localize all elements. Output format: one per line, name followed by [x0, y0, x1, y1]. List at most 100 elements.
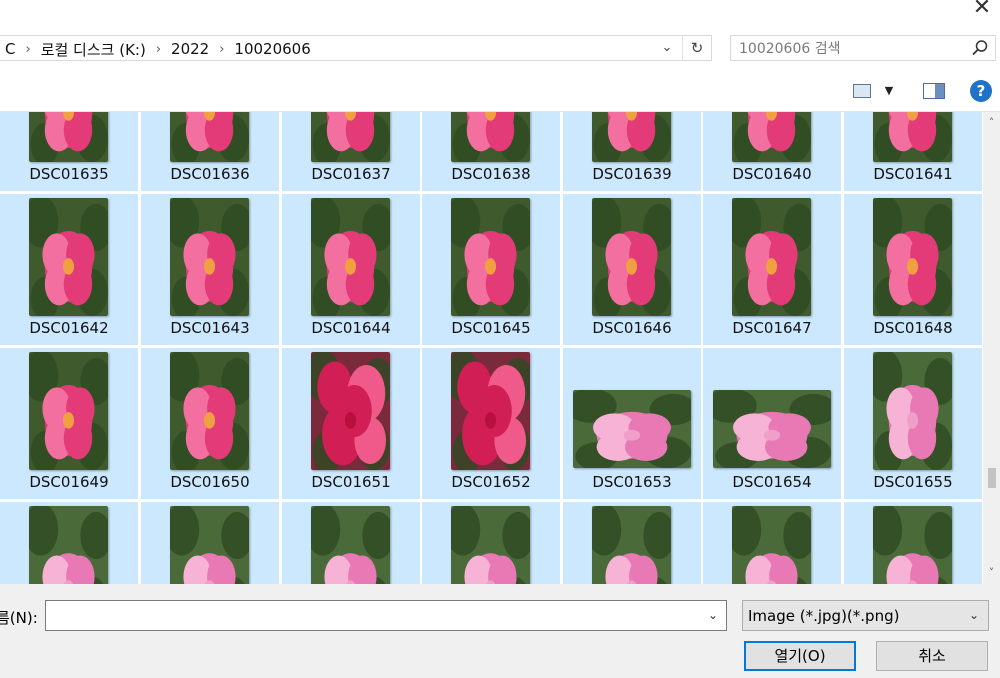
file-name: DSC01638: [451, 165, 531, 183]
file-name: DSC01648: [873, 319, 953, 337]
file-thumbnail: [873, 506, 952, 584]
file-item[interactable]: DSC01635: [0, 112, 138, 191]
file-item[interactable]: DSC01640: [703, 112, 841, 191]
vertical-scrollbar[interactable]: ˄ ˅: [983, 112, 1000, 584]
file-thumbnail: [573, 390, 691, 468]
file-item[interactable]: DSC01648: [844, 194, 982, 345]
filename-dropdown-icon[interactable]: ⌄: [704, 606, 722, 624]
file-thumbnail: [732, 506, 811, 584]
file-item[interactable]: DSC01641: [844, 112, 982, 191]
file-thumbnail: [873, 352, 952, 470]
filetype-value: Image (*.jpg)(*.png): [748, 607, 900, 625]
file-thumbnail: [29, 506, 108, 584]
file-name: DSC01653: [592, 473, 672, 491]
help-icon[interactable]: ?: [970, 80, 992, 102]
change-view-icon[interactable]: [853, 84, 871, 98]
filename-label: 름(N):: [0, 609, 38, 627]
file-item[interactable]: DSC01654: [703, 348, 841, 499]
close-button[interactable]: ✕: [970, 0, 994, 20]
file-name: DSC01636: [170, 165, 250, 183]
scroll-up-icon[interactable]: ˄: [983, 116, 1000, 130]
file-thumbnail: [311, 506, 390, 584]
file-item[interactable]: DSC01651: [282, 348, 420, 499]
file-item[interactable]: [563, 502, 701, 584]
file-item[interactable]: DSC01647: [703, 194, 841, 345]
search-input[interactable]: [737, 38, 961, 60]
file-item[interactable]: [282, 502, 420, 584]
file-item[interactable]: DSC01646: [563, 194, 701, 345]
file-item[interactable]: DSC01649: [0, 348, 138, 499]
file-thumbnail: [592, 112, 671, 162]
filename-combobox[interactable]: ⌄: [45, 600, 727, 631]
file-thumbnail: [170, 112, 249, 162]
view-options-dropdown-icon[interactable]: ▼: [880, 82, 898, 100]
file-item[interactable]: DSC01636: [141, 112, 279, 191]
file-item[interactable]: DSC01643: [141, 194, 279, 345]
file-thumbnail: [311, 198, 390, 316]
file-item[interactable]: [0, 502, 138, 584]
breadcrumb-item-folder[interactable]: 10020606: [228, 40, 316, 58]
file-name: DSC01642: [29, 319, 109, 337]
file-thumbnail: [732, 112, 811, 162]
filetype-dropdown-icon[interactable]: ⌄: [966, 607, 982, 623]
toolbar: [0, 70, 1000, 112]
file-item[interactable]: DSC01642: [0, 194, 138, 345]
file-item[interactable]: DSC01645: [422, 194, 560, 345]
cancel-button[interactable]: 취소: [876, 641, 988, 671]
file-item[interactable]: DSC01650: [141, 348, 279, 499]
file-name: DSC01647: [732, 319, 812, 337]
breadcrumb-item-year[interactable]: 2022: [165, 40, 215, 58]
file-item[interactable]: DSC01637: [282, 112, 420, 191]
file-thumbnail: [451, 352, 530, 470]
file-name: DSC01641: [873, 165, 953, 183]
file-name: DSC01654: [732, 473, 812, 491]
file-item[interactable]: [141, 502, 279, 584]
file-thumbnail: [170, 506, 249, 584]
scroll-down-icon[interactable]: ˅: [983, 566, 1000, 580]
file-thumbnail: [170, 352, 249, 470]
refresh-icon[interactable]: ↻: [682, 36, 711, 60]
file-item[interactable]: DSC01655: [844, 348, 982, 499]
file-name: DSC01646: [592, 319, 672, 337]
scrollbar-thumb[interactable]: [988, 468, 996, 488]
title-bar: [0, 0, 1000, 30]
file-thumbnail: [311, 352, 390, 470]
filetype-select[interactable]: Image (*.jpg)(*.png) ⌄: [742, 600, 989, 631]
file-grid[interactable]: DSC01635 DSC01636 DSC01637 DSC01638 DSC01639…: [0, 112, 983, 584]
file-item[interactable]: [703, 502, 841, 584]
file-thumbnail: [732, 198, 811, 316]
search-icon[interactable]: [971, 39, 989, 57]
file-thumbnail: [713, 390, 831, 468]
file-item[interactable]: DSC01639: [563, 112, 701, 191]
search-box[interactable]: [730, 35, 996, 61]
file-name: DSC01643: [170, 319, 250, 337]
file-thumbnail: [451, 112, 530, 162]
file-thumbnail: [29, 112, 108, 162]
file-thumbnail: [29, 198, 108, 316]
open-button[interactable]: 열기(O): [744, 641, 856, 671]
file-name: DSC01649: [29, 473, 109, 491]
file-item[interactable]: [844, 502, 982, 584]
file-thumbnail: [592, 506, 671, 584]
file-item[interactable]: DSC01644: [282, 194, 420, 345]
breadcrumb-item-drive[interactable]: 로컬 디스크 (K:): [35, 39, 152, 60]
preview-pane-icon[interactable]: [923, 83, 945, 99]
file-name: DSC01655: [873, 473, 953, 491]
file-item[interactable]: [422, 502, 560, 584]
file-item[interactable]: DSC01652: [422, 348, 560, 499]
file-name: DSC01637: [311, 165, 391, 183]
breadcrumb-separator-icon[interactable]: ›: [21, 42, 34, 57]
file-item[interactable]: DSC01653: [563, 348, 701, 499]
address-bar[interactable]: C › 로컬 디스크 (K:) › 2022 › 10020606 ⌄ ↻: [0, 35, 712, 61]
breadcrumb-item-pc[interactable]: C: [0, 40, 21, 58]
file-name: DSC01640: [732, 165, 812, 183]
breadcrumb-separator-icon[interactable]: ›: [152, 42, 165, 57]
address-history-dropdown-icon[interactable]: ⌄: [655, 36, 679, 60]
file-thumbnail: [451, 198, 530, 316]
filename-input[interactable]: [50, 605, 694, 627]
file-thumbnail: [451, 506, 530, 584]
breadcrumb-separator-icon[interactable]: ›: [215, 42, 228, 57]
file-name: DSC01644: [311, 319, 391, 337]
file-name: DSC01652: [451, 473, 531, 491]
file-item[interactable]: DSC01638: [422, 112, 560, 191]
